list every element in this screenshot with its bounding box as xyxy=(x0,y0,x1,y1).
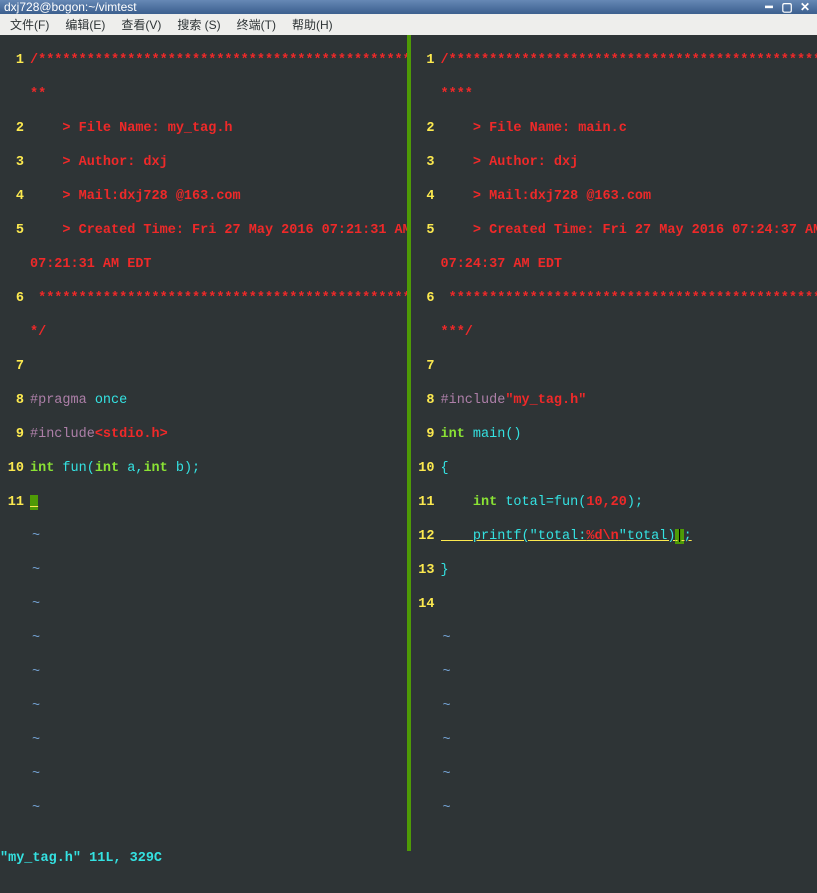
titlebar: dxj728@bogon:~/vimtest ━ ▢ ✕ xyxy=(0,0,817,14)
close-button[interactable]: ✕ xyxy=(797,0,813,14)
tilde-line: ~ xyxy=(441,732,817,749)
menu-edit[interactable]: 编辑(E) xyxy=(59,14,111,35)
right-pane[interactable]: 1 2 3 4 5 6 7 8 9 10 11 12 13 14 /******… xyxy=(411,35,817,851)
minimize-button[interactable]: ━ xyxy=(761,0,777,14)
right-gutter: 1 2 3 4 5 6 7 8 9 10 11 12 13 14 xyxy=(411,35,441,851)
code-line[interactable]: } xyxy=(441,562,817,579)
code-line[interactable]: > File Name: my_tag.h xyxy=(30,120,407,137)
left-pane[interactable]: 1 2 3 4 5 6 7 8 9 10 11 /***************… xyxy=(0,35,407,851)
code-line[interactable]: ****************************************… xyxy=(30,290,407,307)
code-line[interactable]: int fun(int a,int b); xyxy=(30,460,407,477)
code-line[interactable]: #include<stdio.h> xyxy=(30,426,407,443)
code-line[interactable] xyxy=(441,596,817,613)
code-line[interactable]: > Author: dxj xyxy=(441,154,817,171)
code-line[interactable]: > Mail:dxj728 @163.com xyxy=(30,188,407,205)
code-line[interactable]: int main() xyxy=(441,426,817,443)
editor-area[interactable]: 1 2 3 4 5 6 7 8 9 10 11 /***************… xyxy=(0,35,817,851)
window-title: dxj728@bogon:~/vimtest xyxy=(4,0,137,14)
tilde-line: ~ xyxy=(30,562,407,579)
code-line[interactable]: **** xyxy=(441,86,817,103)
tilde-line: ~ xyxy=(30,732,407,749)
code-line[interactable]: > Author: dxj xyxy=(30,154,407,171)
tilde-line: ~ xyxy=(441,630,817,647)
menu-search[interactable]: 搜索 (S) xyxy=(171,14,226,35)
tilde-line: ~ xyxy=(30,800,407,817)
code-line[interactable]: #pragma once xyxy=(30,392,407,409)
tilde-line: ~ xyxy=(30,698,407,715)
code-line: 07:21:31 AM EDT xyxy=(30,256,407,273)
code-line[interactable]: */ xyxy=(30,324,407,341)
menubar: 文件(F) 编辑(E) 查看(V) 搜索 (S) 终端(T) 帮助(H) xyxy=(0,14,817,35)
maximize-button[interactable]: ▢ xyxy=(779,0,795,14)
code-line[interactable]: ** xyxy=(30,86,407,103)
code-line[interactable]: #include"my_tag.h" xyxy=(441,392,817,409)
code-line: 07:24:37 AM EDT xyxy=(441,256,817,273)
menu-terminal[interactable]: 终端(T) xyxy=(231,14,282,35)
menu-file[interactable]: 文件(F) xyxy=(4,14,55,35)
code-line[interactable]: printf("total:%d\n"total)|; xyxy=(441,528,817,545)
code-line[interactable]: ****************************************… xyxy=(441,290,817,307)
code-line[interactable]: > Created Time: Fri 27 May 2016 07:24:37… xyxy=(441,222,817,239)
tilde-line: ~ xyxy=(30,664,407,681)
menu-view[interactable]: 查看(V) xyxy=(115,14,167,35)
command-line[interactable]: "my_tag.h" 11L, 329C xyxy=(0,851,817,866)
tilde-line: ~ xyxy=(441,766,817,783)
right-code[interactable]: /***************************************… xyxy=(441,35,817,851)
code-line[interactable]: > Mail:dxj728 @163.com xyxy=(441,188,817,205)
left-code[interactable]: /***************************************… xyxy=(30,35,407,851)
tilde-line: ~ xyxy=(30,528,407,545)
code-line[interactable]: /***************************************… xyxy=(441,52,817,69)
code-line[interactable]: > Created Time: Fri 27 May 2016 07:21:31… xyxy=(30,222,407,239)
tilde-line: ~ xyxy=(30,630,407,647)
tilde-line: ~ xyxy=(441,664,817,681)
code-line[interactable]: /***************************************… xyxy=(30,52,407,69)
code-line[interactable]: > File Name: main.c xyxy=(441,120,817,137)
code-line[interactable] xyxy=(30,358,407,375)
tilde-line: ~ xyxy=(441,698,817,715)
code-line[interactable] xyxy=(30,494,407,511)
tilde-line: ~ xyxy=(30,596,407,613)
code-line[interactable]: { xyxy=(441,460,817,477)
code-line[interactable]: ***/ xyxy=(441,324,817,341)
menu-help[interactable]: 帮助(H) xyxy=(286,14,339,35)
left-gutter: 1 2 3 4 5 6 7 8 9 10 11 xyxy=(0,35,30,851)
code-line[interactable]: int total=fun(10,20); xyxy=(441,494,817,511)
code-line[interactable] xyxy=(441,358,817,375)
tilde-line: ~ xyxy=(441,800,817,817)
tilde-line: ~ xyxy=(30,766,407,783)
